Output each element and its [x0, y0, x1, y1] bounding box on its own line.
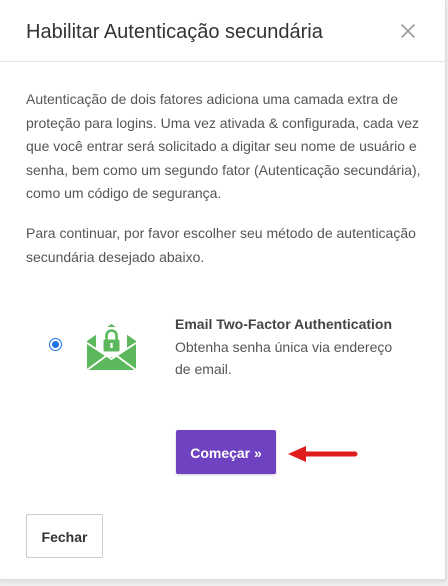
email-2fa-radio[interactable]	[49, 338, 62, 351]
intro-text: Autenticação de dois fatores adiciona um…	[26, 91, 421, 201]
method-description: Obtenha senha única via endereço de emai…	[175, 339, 393, 377]
modal-header: Habilitar Autenticação secundária	[0, 0, 446, 62]
envelope-lock-icon	[85, 318, 138, 372]
start-button[interactable]: Começar »	[176, 430, 276, 474]
instruction-text: Para continuar, por favor escolher seu m…	[26, 225, 416, 265]
method-title: Email Two-Factor Authentication	[175, 316, 393, 332]
red-arrow-icon	[286, 443, 358, 465]
modal-title: Habilitar Autenticação secundária	[26, 21, 323, 43]
enable-2fa-modal: Habilitar Autenticação secundária Autent…	[0, 0, 446, 580]
close-button[interactable]: Fechar	[26, 514, 103, 558]
close-icon[interactable]	[397, 20, 419, 42]
email-2fa-method-option[interactable]: Email Two-Factor Authentication Obtenha …	[0, 306, 446, 396]
